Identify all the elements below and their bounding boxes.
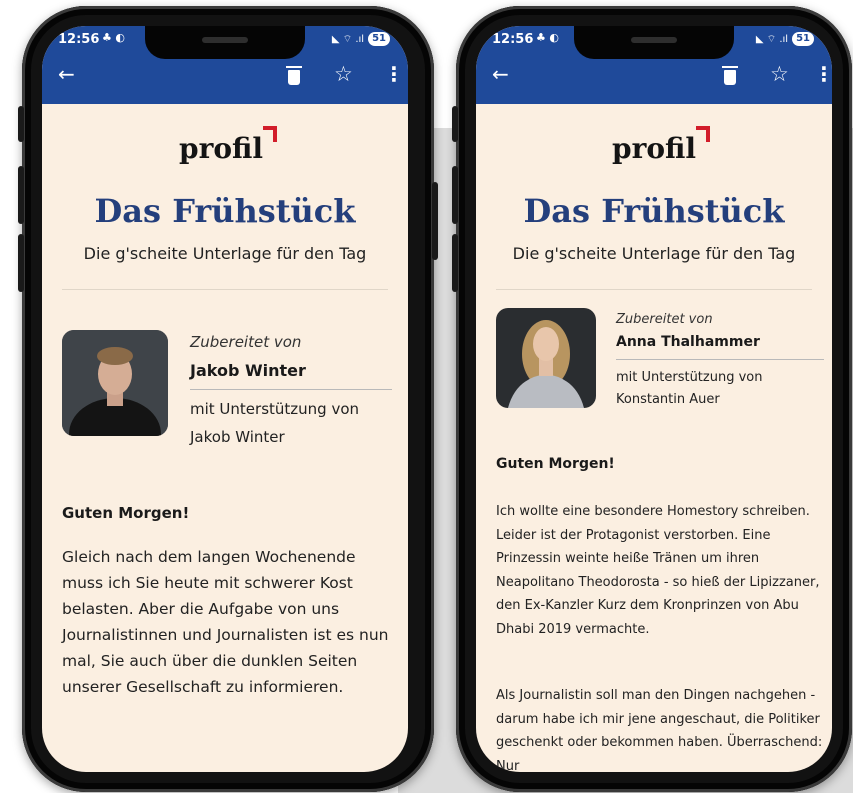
volume-button xyxy=(18,106,24,142)
logo-accent xyxy=(273,126,277,142)
assistant-name: Jakob Winter xyxy=(190,428,285,446)
phone-right: 12:56 ♣ ◐ ◣ ⌔ .ıl 51 ← ☆ ⋮ profil Das Fr… xyxy=(452,6,852,792)
phone-screen: 12:56 ♣ ◐ ◣ ⌔ .ıl 51 ← ☆ ⋮ profil Das Fr… xyxy=(42,26,408,772)
byline-label: Zubereitet von xyxy=(616,312,713,327)
newsletter-subtitle: Die g'scheite Unterlage für den Tag xyxy=(512,244,796,263)
divider xyxy=(496,289,812,290)
byline-divider xyxy=(190,389,392,390)
assistant-name: Konstantin Auer xyxy=(616,392,720,407)
byline-label: Zubereitet von xyxy=(190,333,302,351)
phone-screen: 12:56 ♣ ◐ ◣ ⌔ .ıl 51 ← ☆ ⋮ profil Das Fr… xyxy=(476,26,832,772)
camera-notch xyxy=(145,26,305,59)
author-name: Anna Thalhammer xyxy=(616,334,760,350)
divider xyxy=(62,289,388,290)
author-photo xyxy=(496,308,596,408)
volume-button xyxy=(18,166,24,224)
article-paragraph: Ich wollte eine besondere Homestory schr… xyxy=(496,504,820,637)
author-name: Jakob Winter xyxy=(190,361,306,380)
newsletter-subtitle: Die g'scheite Unterlage für den Tag xyxy=(83,244,367,263)
assistant-line: mit Unterstützung von xyxy=(616,370,763,385)
volume-button xyxy=(452,234,458,292)
author-photo xyxy=(62,330,168,436)
greeting: Guten Morgen! xyxy=(62,504,190,522)
newsletter-title: Das Frühstück xyxy=(523,192,785,230)
camera-notch xyxy=(574,26,734,59)
power-button xyxy=(432,182,438,260)
phone-left: 12:56 ♣ ◐ ◣ ⌔ .ıl 51 ← ☆ ⋮ profil Das Fr… xyxy=(18,6,438,792)
byline-divider xyxy=(616,359,824,360)
profil-logo: profil xyxy=(179,132,263,165)
newsletter-title: Das Frühstück xyxy=(94,192,356,230)
volume-button xyxy=(18,234,24,292)
assistant-line: mit Unterstützung von xyxy=(190,400,360,418)
greeting: Guten Morgen! xyxy=(496,456,615,472)
newsletter-content: profil Das Frühstück Die g'scheite Unter… xyxy=(42,26,408,772)
newsletter-content: profil Das Frühstück Die g'scheite Unter… xyxy=(476,26,832,772)
article-paragraph: Gleich nach dem langen Wochenende muss i… xyxy=(62,548,389,696)
profil-logo: profil xyxy=(612,132,696,165)
volume-button xyxy=(452,166,458,224)
article-paragraph: Als Journalistin soll man den Dingen nac… xyxy=(496,688,823,772)
volume-button xyxy=(452,106,458,142)
logo-accent xyxy=(706,126,710,142)
